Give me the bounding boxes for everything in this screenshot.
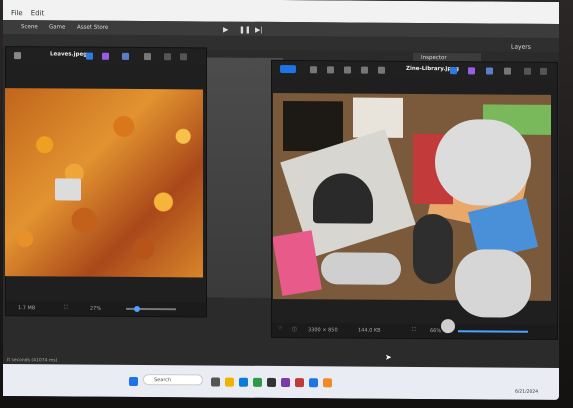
zoom-slider[interactable]	[458, 330, 528, 333]
effects-icon[interactable]	[102, 52, 109, 60]
fit-icon[interactable]: ⛶	[64, 304, 68, 310]
pause-icon[interactable]: ❚❚	[239, 26, 251, 34]
redaction-patch	[441, 319, 455, 334]
print-icon[interactable]	[361, 66, 368, 74]
layers-dropdown[interactable]: Layers	[511, 44, 531, 51]
fit-icon[interactable]: ⛶	[412, 327, 416, 333]
file-explorer-icon[interactable]	[225, 377, 234, 387]
mouse-cursor: ➤	[385, 352, 392, 362]
edit-icon[interactable]	[86, 52, 93, 60]
unity-icon[interactable]	[267, 377, 276, 387]
file-size: 144.0 KB	[358, 327, 381, 334]
favorite-icon[interactable]	[344, 66, 351, 74]
photos-icon[interactable]	[309, 378, 318, 388]
gallery-icon[interactable]	[14, 52, 21, 60]
redaction-patch	[321, 252, 401, 285]
taskview-icon[interactable]	[211, 377, 220, 387]
viewer-header: Leaves.jpeg	[6, 47, 206, 65]
app-icon[interactable]	[323, 378, 332, 388]
edge-icon[interactable]	[239, 377, 248, 387]
minimize-icon[interactable]	[164, 53, 171, 61]
redaction-patch	[455, 249, 531, 318]
screen: File Edit Scene Game Asset Store ▶ ❚❚ ▶|…	[3, 0, 559, 400]
tab-asset-store[interactable]: Asset Store	[77, 25, 108, 31]
image-dimensions: 3300 × 850	[308, 327, 338, 334]
more-icon[interactable]	[144, 53, 151, 61]
play-icon[interactable]: ▶	[223, 26, 233, 34]
app-icon[interactable]	[253, 377, 262, 387]
viewer-footer: 1.7 MB ⛶ 27%	[6, 301, 206, 317]
taskbar-clock: 6/21/2024	[515, 389, 539, 395]
info-icon[interactable]: ♡	[278, 326, 282, 332]
tab-scene[interactable]: Scene	[21, 24, 38, 30]
viewer-header: Zine-Library.jpeg	[272, 60, 557, 79]
menu-bar: File Edit	[11, 9, 44, 17]
minimize-icon[interactable]	[524, 67, 531, 75]
start-icon[interactable]	[129, 376, 138, 387]
tab-game[interactable]: Game	[49, 24, 65, 30]
file-size: 1.7 MB	[18, 305, 36, 312]
viewer-footer: ♡ ⓘ 3300 × 850 144.0 KB ⛶ 66%	[272, 322, 557, 339]
taskbar-search[interactable]: Search	[143, 374, 203, 386]
rotate-icon[interactable]	[310, 66, 317, 74]
more-icon[interactable]	[504, 67, 511, 75]
step-icon[interactable]: ▶|	[255, 26, 265, 34]
app-icon[interactable]	[295, 378, 304, 388]
app-icon[interactable]	[281, 378, 290, 388]
effects-icon[interactable]	[468, 67, 475, 75]
redaction-patch	[435, 119, 531, 206]
menu-edit[interactable]: Edit	[31, 9, 45, 17]
info-icon[interactable]: ⓘ	[292, 326, 297, 333]
edit-icon[interactable]	[450, 67, 457, 75]
viewer-filename: Leaves.jpeg	[50, 51, 88, 58]
designer-icon[interactable]	[486, 67, 493, 75]
delete-icon[interactable]	[327, 66, 334, 74]
zoom-slider-thumb[interactable]	[134, 305, 140, 313]
photo-shape	[283, 101, 343, 152]
zoom-level[interactable]: 66%	[430, 328, 441, 334]
maximize-icon[interactable]	[540, 67, 547, 75]
more-icon[interactable]	[378, 66, 385, 74]
photo-shape	[413, 213, 453, 285]
leaves-image	[5, 88, 203, 278]
menu-file[interactable]: File	[11, 9, 23, 17]
gallery-icon[interactable]	[280, 64, 296, 74]
designer-icon[interactable]	[122, 52, 129, 60]
redaction-patch	[55, 178, 81, 201]
maximize-icon[interactable]	[180, 53, 187, 61]
zoom-level[interactable]: 27%	[90, 306, 101, 312]
status-text: It seconds (41074 ms)	[7, 358, 58, 364]
